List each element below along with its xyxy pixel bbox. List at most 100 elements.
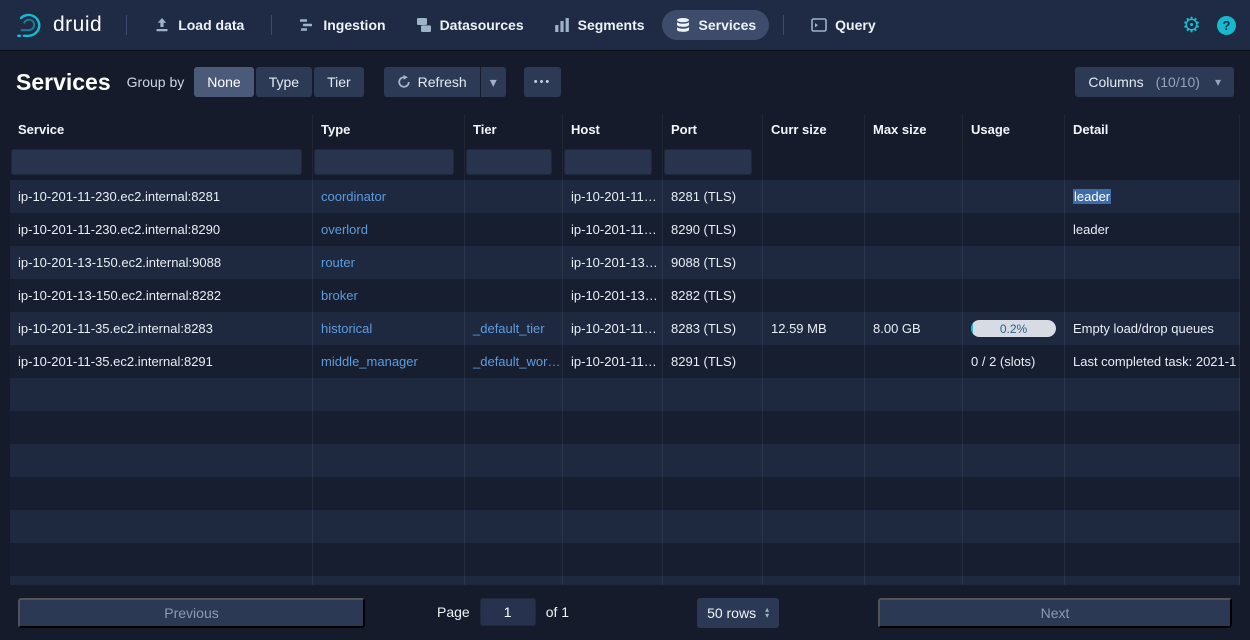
nav-item-ingestion[interactable]: Ingestion — [286, 10, 398, 40]
brand-home[interactable]: druid — [14, 10, 102, 40]
services-toolbar: Services Group by None Type Tier Refresh… — [16, 60, 1234, 104]
max-size-cell — [865, 345, 963, 378]
service-cell: ip-10-201-11-35.ec2.internal:8283 — [10, 312, 313, 345]
group-by-tier-button[interactable]: Tier — [314, 67, 364, 97]
service-cell: ip-10-201-13-150.ec2.internal:9088 — [10, 246, 313, 279]
segments-icon — [554, 17, 570, 33]
usage-cell: 0 / 2 (slots) — [963, 345, 1065, 378]
max-size-cell: 8.00 GB — [865, 312, 963, 345]
table-body: ip-10-201-11-230.ec2.internal:8281 coord… — [10, 180, 1240, 585]
page-label: Page — [437, 604, 470, 620]
filter-port-input[interactable] — [664, 149, 752, 175]
type-link[interactable]: broker — [321, 288, 358, 303]
settings-gear-icon[interactable]: ⚙ — [1182, 15, 1201, 36]
filter-tier-input[interactable] — [466, 149, 552, 175]
usage-cell — [963, 279, 1065, 312]
refresh-label: Refresh — [418, 74, 467, 90]
empty-row — [10, 411, 1240, 444]
nav-item-segments[interactable]: Segments — [541, 10, 658, 40]
table-row[interactable]: ip-10-201-13-150.ec2.internal:8282 broke… — [10, 279, 1240, 312]
total-pages-label: of 1 — [546, 604, 569, 620]
tier-link[interactable]: _default_tier — [473, 321, 545, 336]
column-header-host[interactable]: Host — [563, 114, 663, 144]
column-header-tier[interactable]: Tier — [465, 114, 563, 144]
help-icon[interactable]: ? — [1217, 16, 1236, 35]
empty-row — [10, 543, 1240, 576]
host-cell: ip-10-201-13… — [563, 246, 663, 279]
group-by-type-button[interactable]: Type — [256, 67, 312, 97]
detail-cell: leader — [1065, 213, 1240, 246]
curr-size-cell — [763, 279, 865, 312]
table-row[interactable]: ip-10-201-11-230.ec2.internal:8281 coord… — [10, 180, 1240, 213]
empty-row — [10, 444, 1240, 477]
columns-label: Columns — [1088, 74, 1143, 90]
usage-cell — [963, 180, 1065, 213]
empty-row — [10, 576, 1240, 585]
type-link[interactable]: middle_manager — [321, 354, 418, 369]
druid-logo-icon — [14, 10, 44, 40]
selected-text: leader — [1073, 189, 1111, 204]
nav-divider — [126, 15, 127, 35]
filter-service-input[interactable] — [11, 149, 302, 175]
curr-size-cell: 12.59 MB — [763, 312, 865, 345]
column-header-curr-size[interactable]: Curr size — [763, 114, 865, 144]
more-actions-button[interactable]: ••• — [524, 67, 562, 97]
max-size-cell — [865, 213, 963, 246]
max-size-cell — [865, 246, 963, 279]
tier-link[interactable]: _default_wor… — [473, 354, 560, 369]
curr-size-cell — [763, 180, 865, 213]
column-header-usage[interactable]: Usage — [963, 114, 1065, 144]
type-link[interactable]: coordinator — [321, 189, 386, 204]
column-header-service[interactable]: Service — [10, 114, 313, 144]
refresh-interval-dropdown[interactable]: ▾ — [481, 67, 506, 97]
next-page-button[interactable]: Next — [878, 598, 1232, 628]
host-cell: ip-10-201-11… — [563, 213, 663, 246]
filter-host-input[interactable] — [564, 149, 652, 175]
table-row[interactable]: ip-10-201-11-35.ec2.internal:8291 middle… — [10, 345, 1240, 378]
type-link[interactable]: router — [321, 255, 355, 270]
refresh-icon — [397, 75, 411, 89]
table-row[interactable]: ip-10-201-11-230.ec2.internal:8290 overl… — [10, 213, 1240, 246]
group-by-none-button[interactable]: None — [194, 67, 253, 97]
group-by-segment: None Type Tier — [194, 67, 363, 97]
column-header-type[interactable]: Type — [313, 114, 465, 144]
type-link[interactable]: overlord — [321, 222, 368, 237]
nav-divider — [783, 15, 784, 35]
nav-item-services[interactable]: Services — [662, 10, 770, 40]
detail-cell: Last completed task: 2021-1 — [1065, 345, 1240, 378]
table-filter-row — [10, 144, 1240, 180]
table-header-row: Service Type Tier Host Port Curr size Ma… — [10, 114, 1240, 144]
host-cell: ip-10-201-11… — [563, 180, 663, 213]
nav-item-query[interactable]: Query — [798, 10, 888, 40]
filter-type-input[interactable] — [314, 149, 454, 175]
column-header-detail[interactable]: Detail — [1065, 114, 1240, 144]
host-cell: ip-10-201-11… — [563, 312, 663, 345]
druid-console: druid Load data Ingestion — [0, 0, 1250, 640]
column-header-max-size[interactable]: Max size — [865, 114, 963, 144]
table-row[interactable]: ip-10-201-13-150.ec2.internal:9088 route… — [10, 246, 1240, 279]
service-cell: ip-10-201-11-230.ec2.internal:8290 — [10, 213, 313, 246]
nav-item-load-data[interactable]: Load data — [141, 10, 257, 40]
chevron-down-icon: ▾ — [490, 74, 497, 91]
tier-cell — [465, 246, 563, 279]
detail-cell: leader — [1065, 180, 1240, 213]
type-link[interactable]: historical — [321, 321, 372, 336]
load-data-icon — [154, 17, 170, 33]
column-header-port[interactable]: Port — [663, 114, 763, 144]
usage-progress-fill — [971, 320, 973, 337]
host-cell: ip-10-201-13… — [563, 279, 663, 312]
table-row[interactable]: ip-10-201-11-35.ec2.internal:8283 histor… — [10, 312, 1240, 345]
rows-per-page-select[interactable]: 50 rows ▴ ▾ — [697, 598, 779, 628]
columns-dropdown-button[interactable]: Columns (10/10) ▾ — [1075, 67, 1234, 97]
port-cell: 8282 (TLS) — [663, 279, 763, 312]
columns-count: (10/10) — [1156, 74, 1200, 90]
nav-item-datasources[interactable]: Datasources — [403, 10, 537, 40]
previous-page-button[interactable]: Previous — [18, 598, 365, 628]
detail-cell — [1065, 279, 1240, 312]
empty-row — [10, 477, 1240, 510]
page-number-input[interactable] — [480, 598, 536, 626]
refresh-button[interactable]: Refresh — [384, 67, 480, 97]
tier-cell — [465, 180, 563, 213]
port-cell: 8290 (TLS) — [663, 213, 763, 246]
group-by-label: Group by — [127, 74, 185, 90]
